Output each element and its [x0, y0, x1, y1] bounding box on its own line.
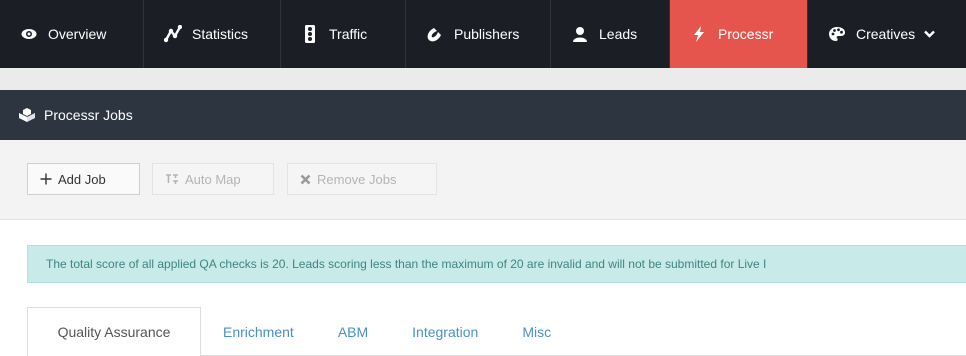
eye-icon	[20, 25, 38, 43]
add-job-label: Add Job	[58, 171, 106, 187]
nav-label: Traffic	[329, 26, 368, 42]
magnet-icon	[426, 25, 444, 43]
alert-text: The total score of all applied QA checks…	[46, 257, 767, 271]
nav-label: Statistics	[192, 26, 249, 42]
tab-abm[interactable]: ABM	[316, 307, 390, 356]
nav-spacer	[0, 68, 966, 90]
nav-processr[interactable]: Processr	[670, 0, 808, 68]
nav-statistics[interactable]: Statistics	[144, 0, 281, 68]
nav-label: Leads	[599, 26, 638, 42]
page-title: Processr Jobs	[44, 107, 133, 123]
auto-map-button[interactable]: Auto Map	[152, 163, 274, 195]
nav-publishers[interactable]: Publishers	[406, 0, 551, 68]
nav-leads[interactable]: Leads	[551, 0, 670, 68]
job-tabs: Quality Assurance Enrichment ABM Integra…	[27, 307, 573, 356]
tab-enrichment[interactable]: Enrichment	[201, 307, 316, 356]
nav-traffic[interactable]: Traffic	[281, 0, 406, 68]
palette-icon	[828, 25, 846, 43]
statistics-icon	[164, 25, 182, 43]
remove-jobs-label: Remove Jobs	[317, 171, 397, 187]
toolbar: Add Job Auto Map Remove Jobs	[0, 140, 966, 220]
nav-label: Creatives	[856, 26, 916, 42]
auto-map-icon	[165, 173, 179, 185]
close-icon	[300, 174, 311, 185]
bolt-icon	[690, 25, 708, 43]
top-navigation: Overview Statistics Traffic Publishers L…	[0, 0, 966, 68]
traffic-light-icon	[301, 25, 319, 43]
nav-label: Processr	[718, 26, 774, 42]
tab-integration[interactable]: Integration	[390, 307, 500, 356]
auto-map-label: Auto Map	[185, 171, 241, 187]
qa-info-alert: The total score of all applied QA checks…	[27, 245, 966, 283]
plus-icon	[40, 173, 52, 185]
panel-header: Processr Jobs	[0, 90, 966, 140]
cubes-icon	[19, 107, 35, 123]
nav-creatives[interactable]: Creatives	[808, 0, 966, 68]
chevron-down-icon	[924, 30, 935, 38]
user-icon	[571, 25, 589, 43]
nav-label: Overview	[48, 26, 107, 42]
add-job-button[interactable]: Add Job	[27, 163, 140, 195]
tab-misc[interactable]: Misc	[500, 307, 573, 356]
nav-label: Publishers	[454, 26, 520, 42]
nav-overview[interactable]: Overview	[0, 0, 144, 68]
tab-quality-assurance[interactable]: Quality Assurance	[27, 307, 201, 356]
remove-jobs-button[interactable]: Remove Jobs	[287, 163, 437, 195]
